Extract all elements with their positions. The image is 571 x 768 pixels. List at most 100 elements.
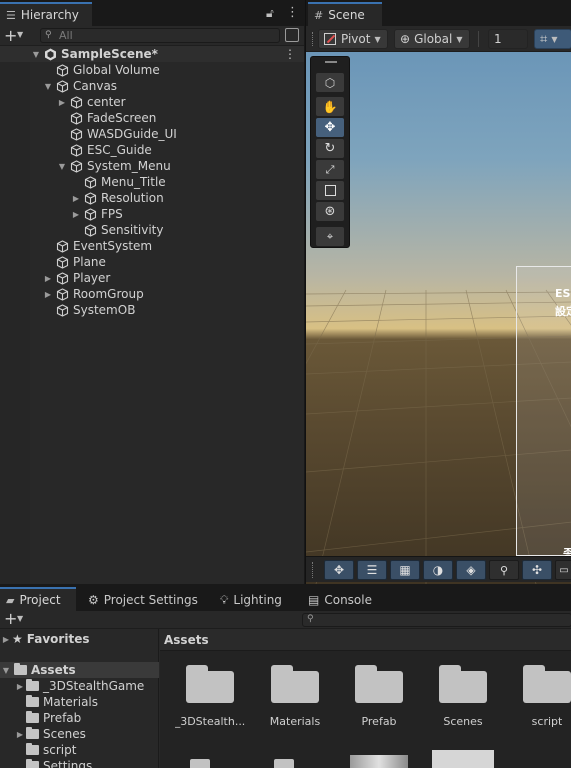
tree-item-center[interactable]: ▶ center <box>0 94 304 110</box>
hierarchy-search-input[interactable]: ⚲ All <box>40 28 280 43</box>
overlay-move-button[interactable]: ✥ <box>324 560 354 580</box>
scene-row[interactable]: ▼ SampleScene* ⋮ <box>0 46 304 62</box>
tree-item-resolution[interactable]: ▶ Resolution <box>0 190 304 206</box>
collapse-arrow-icon[interactable]: ▶ <box>42 274 54 283</box>
asset-folder-script[interactable]: script <box>515 661 571 728</box>
tab-scene-label: Scene <box>328 8 365 22</box>
asset-folder-label: _3DStealth... <box>174 715 246 728</box>
tree-item-system-menu[interactable]: ▼ System_Menu <box>0 158 304 174</box>
hierarchy-tabbar: ☰ Hierarchy 🔓︎ ⋮ <box>0 0 304 26</box>
folder-icon <box>439 665 487 703</box>
tree-item-eventsystem[interactable]: EventSystem <box>0 238 304 254</box>
folder-icon <box>355 665 403 703</box>
tree-item-sensitivity[interactable]: Sensitivity <box>0 222 304 238</box>
add-dropdown-icon[interactable]: ▼ <box>17 614 23 623</box>
overlay-grid-button[interactable]: ▦ <box>390 560 420 580</box>
folder-label: Prefab <box>43 711 82 725</box>
overlay-shading-button[interactable]: ◑ <box>423 560 453 580</box>
tab-console[interactable]: ▤ Console <box>308 589 372 611</box>
tab-project-settings[interactable]: ⚙ Project Settings <box>88 589 198 611</box>
tree-item-label: Resolution <box>101 191 164 205</box>
rotate-tool-button[interactable]: ↻ <box>316 139 344 158</box>
hand-tool-button[interactable]: ✋ <box>316 97 344 116</box>
global-dropdown[interactable]: ⊕ Global ▼ <box>394 29 470 49</box>
favorites-row[interactable]: ▶ ★ Favorites <box>0 631 159 647</box>
canvas-gizmo[interactable]: ESC 設定 종 <box>516 266 571 560</box>
collapse-arrow-icon[interactable]: ▶ <box>42 290 54 299</box>
grid-snap-dropdown[interactable]: ⌗ ▼ <box>534 29 571 49</box>
tree-item-roomgroup[interactable]: ▶ RoomGroup <box>0 286 304 302</box>
tree-item-label: WASDGuide_UI <box>87 127 177 141</box>
gameobject-icon <box>68 95 84 109</box>
gameobject-icon <box>54 79 70 93</box>
overlay-grip[interactable] <box>325 61 337 63</box>
expand-arrow-icon[interactable]: ▼ <box>30 50 42 59</box>
tree-item-global-volume[interactable]: Global Volume <box>0 62 304 78</box>
tree-folder-script[interactable]: script <box>0 742 159 758</box>
tab-lighting[interactable]: 💡︎ Lighting <box>220 589 282 611</box>
overlay-align-button[interactable]: ☰ <box>357 560 387 580</box>
tab-project[interactable]: ▰ Project <box>0 587 76 611</box>
collapse-arrow-icon[interactable]: ▶ <box>70 194 82 203</box>
expand-arrow-icon[interactable]: ▼ <box>42 82 54 91</box>
tree-folder-settings[interactable]: Settings <box>0 758 159 768</box>
move-tool-button[interactable]: ✥ <box>316 118 344 137</box>
asset-folder-scenes[interactable]: Scenes <box>431 661 495 728</box>
rect-tool-button[interactable] <box>316 181 344 200</box>
collapse-arrow-icon[interactable]: ▶ <box>14 682 26 691</box>
tree-item-menu-title[interactable]: Menu_Title <box>0 174 304 190</box>
asset-file-icon[interactable] <box>190 759 210 768</box>
tree-item-esc-guide[interactable]: ESC_Guide <box>0 142 304 158</box>
add-dropdown-icon[interactable]: ▼ <box>17 30 23 39</box>
tree-folder-3dstealthgame[interactable]: ▶ _3DStealthGame <box>0 678 159 694</box>
tree-item-wasdguide-ui[interactable]: WASDGuide_UI <box>0 126 304 142</box>
scale-tool-button[interactable]: ⤢ <box>316 160 344 179</box>
tree-item-player[interactable]: ▶ Player <box>0 270 304 286</box>
tab-scene[interactable]: # Scene <box>308 2 382 26</box>
view-tool-button[interactable]: ⬡ <box>316 73 344 92</box>
add-icon[interactable]: + <box>4 609 17 628</box>
expand-arrow-icon[interactable]: ▼ <box>0 666 12 675</box>
project-search-input[interactable]: ⚲ <box>302 613 571 627</box>
add-icon[interactable]: + <box>4 26 17 45</box>
expand-arrow-icon[interactable]: ▼ <box>56 162 68 171</box>
globe-icon: ⊕ <box>400 32 411 46</box>
tree-folder-materials[interactable]: Materials <box>0 694 159 710</box>
asset-thumbnail-preview[interactable] <box>432 750 494 768</box>
asset-folder-prefab[interactable]: Prefab <box>347 661 411 728</box>
scene-viewport[interactable]: ESC 設定 종 ⬡ ✋ ✥ ↻ ⤢ ⊛ ⌖ ✥ ☰ ▦ ◑ ◈ ⚲ ✣ ▭ <box>306 52 571 584</box>
asset-folder-materials[interactable]: Materials <box>263 661 327 728</box>
tree-item-canvas[interactable]: ▼ Canvas <box>0 78 304 94</box>
transform-tool-button[interactable]: ⊛ <box>316 202 344 221</box>
tree-item-plane[interactable]: Plane <box>0 254 304 270</box>
overlay-search-button[interactable]: ⚲ <box>489 560 519 580</box>
collapse-arrow-icon[interactable]: ▶ <box>0 635 12 644</box>
tree-item-fps[interactable]: ▶ FPS <box>0 206 304 222</box>
toolbar-grip[interactable] <box>312 32 314 46</box>
scene-kebab-icon[interactable]: ⋮ <box>284 47 296 61</box>
gameobject-icon <box>54 255 70 269</box>
tree-item-fadescreen[interactable]: FadeScreen <box>0 110 304 126</box>
breadcrumb-assets[interactable]: Assets <box>164 633 209 647</box>
grid-snap-input[interactable]: 1 <box>488 29 528 49</box>
pivot-dropdown[interactable]: Pivot ▼ <box>318 29 388 49</box>
scene-visibility-icon[interactable] <box>285 28 299 42</box>
asset-material-preview[interactable] <box>350 755 408 768</box>
collapse-arrow-icon[interactable]: ▶ <box>70 210 82 219</box>
assets-row[interactable]: ▼ Assets <box>0 662 159 678</box>
overlay-layers-button[interactable]: ◈ <box>456 560 486 580</box>
tree-folder-prefab[interactable]: Prefab <box>0 710 159 726</box>
overlay-bar-grip[interactable] <box>312 562 314 578</box>
kebab-menu-icon[interactable]: ⋮ <box>286 5 299 20</box>
asset-folder-3dstealthgame[interactable]: _3DStealth... <box>175 661 245 728</box>
custom-tool-button[interactable]: ⌖ <box>316 227 344 246</box>
tree-folder-scenes[interactable]: ▶ Scenes <box>0 726 159 742</box>
overlay-gizmo-button[interactable]: ✣ <box>522 560 552 580</box>
collapse-arrow-icon[interactable]: ▶ <box>56 98 68 107</box>
overlay-more-button[interactable]: ▭ <box>555 560 571 580</box>
lock-icon[interactable]: 🔓︎ <box>266 6 274 21</box>
collapse-arrow-icon[interactable]: ▶ <box>14 730 26 739</box>
tab-hierarchy[interactable]: ☰ Hierarchy <box>0 2 92 26</box>
asset-file-icon[interactable] <box>274 759 294 768</box>
tree-item-systemob[interactable]: SystemOB <box>0 302 304 318</box>
